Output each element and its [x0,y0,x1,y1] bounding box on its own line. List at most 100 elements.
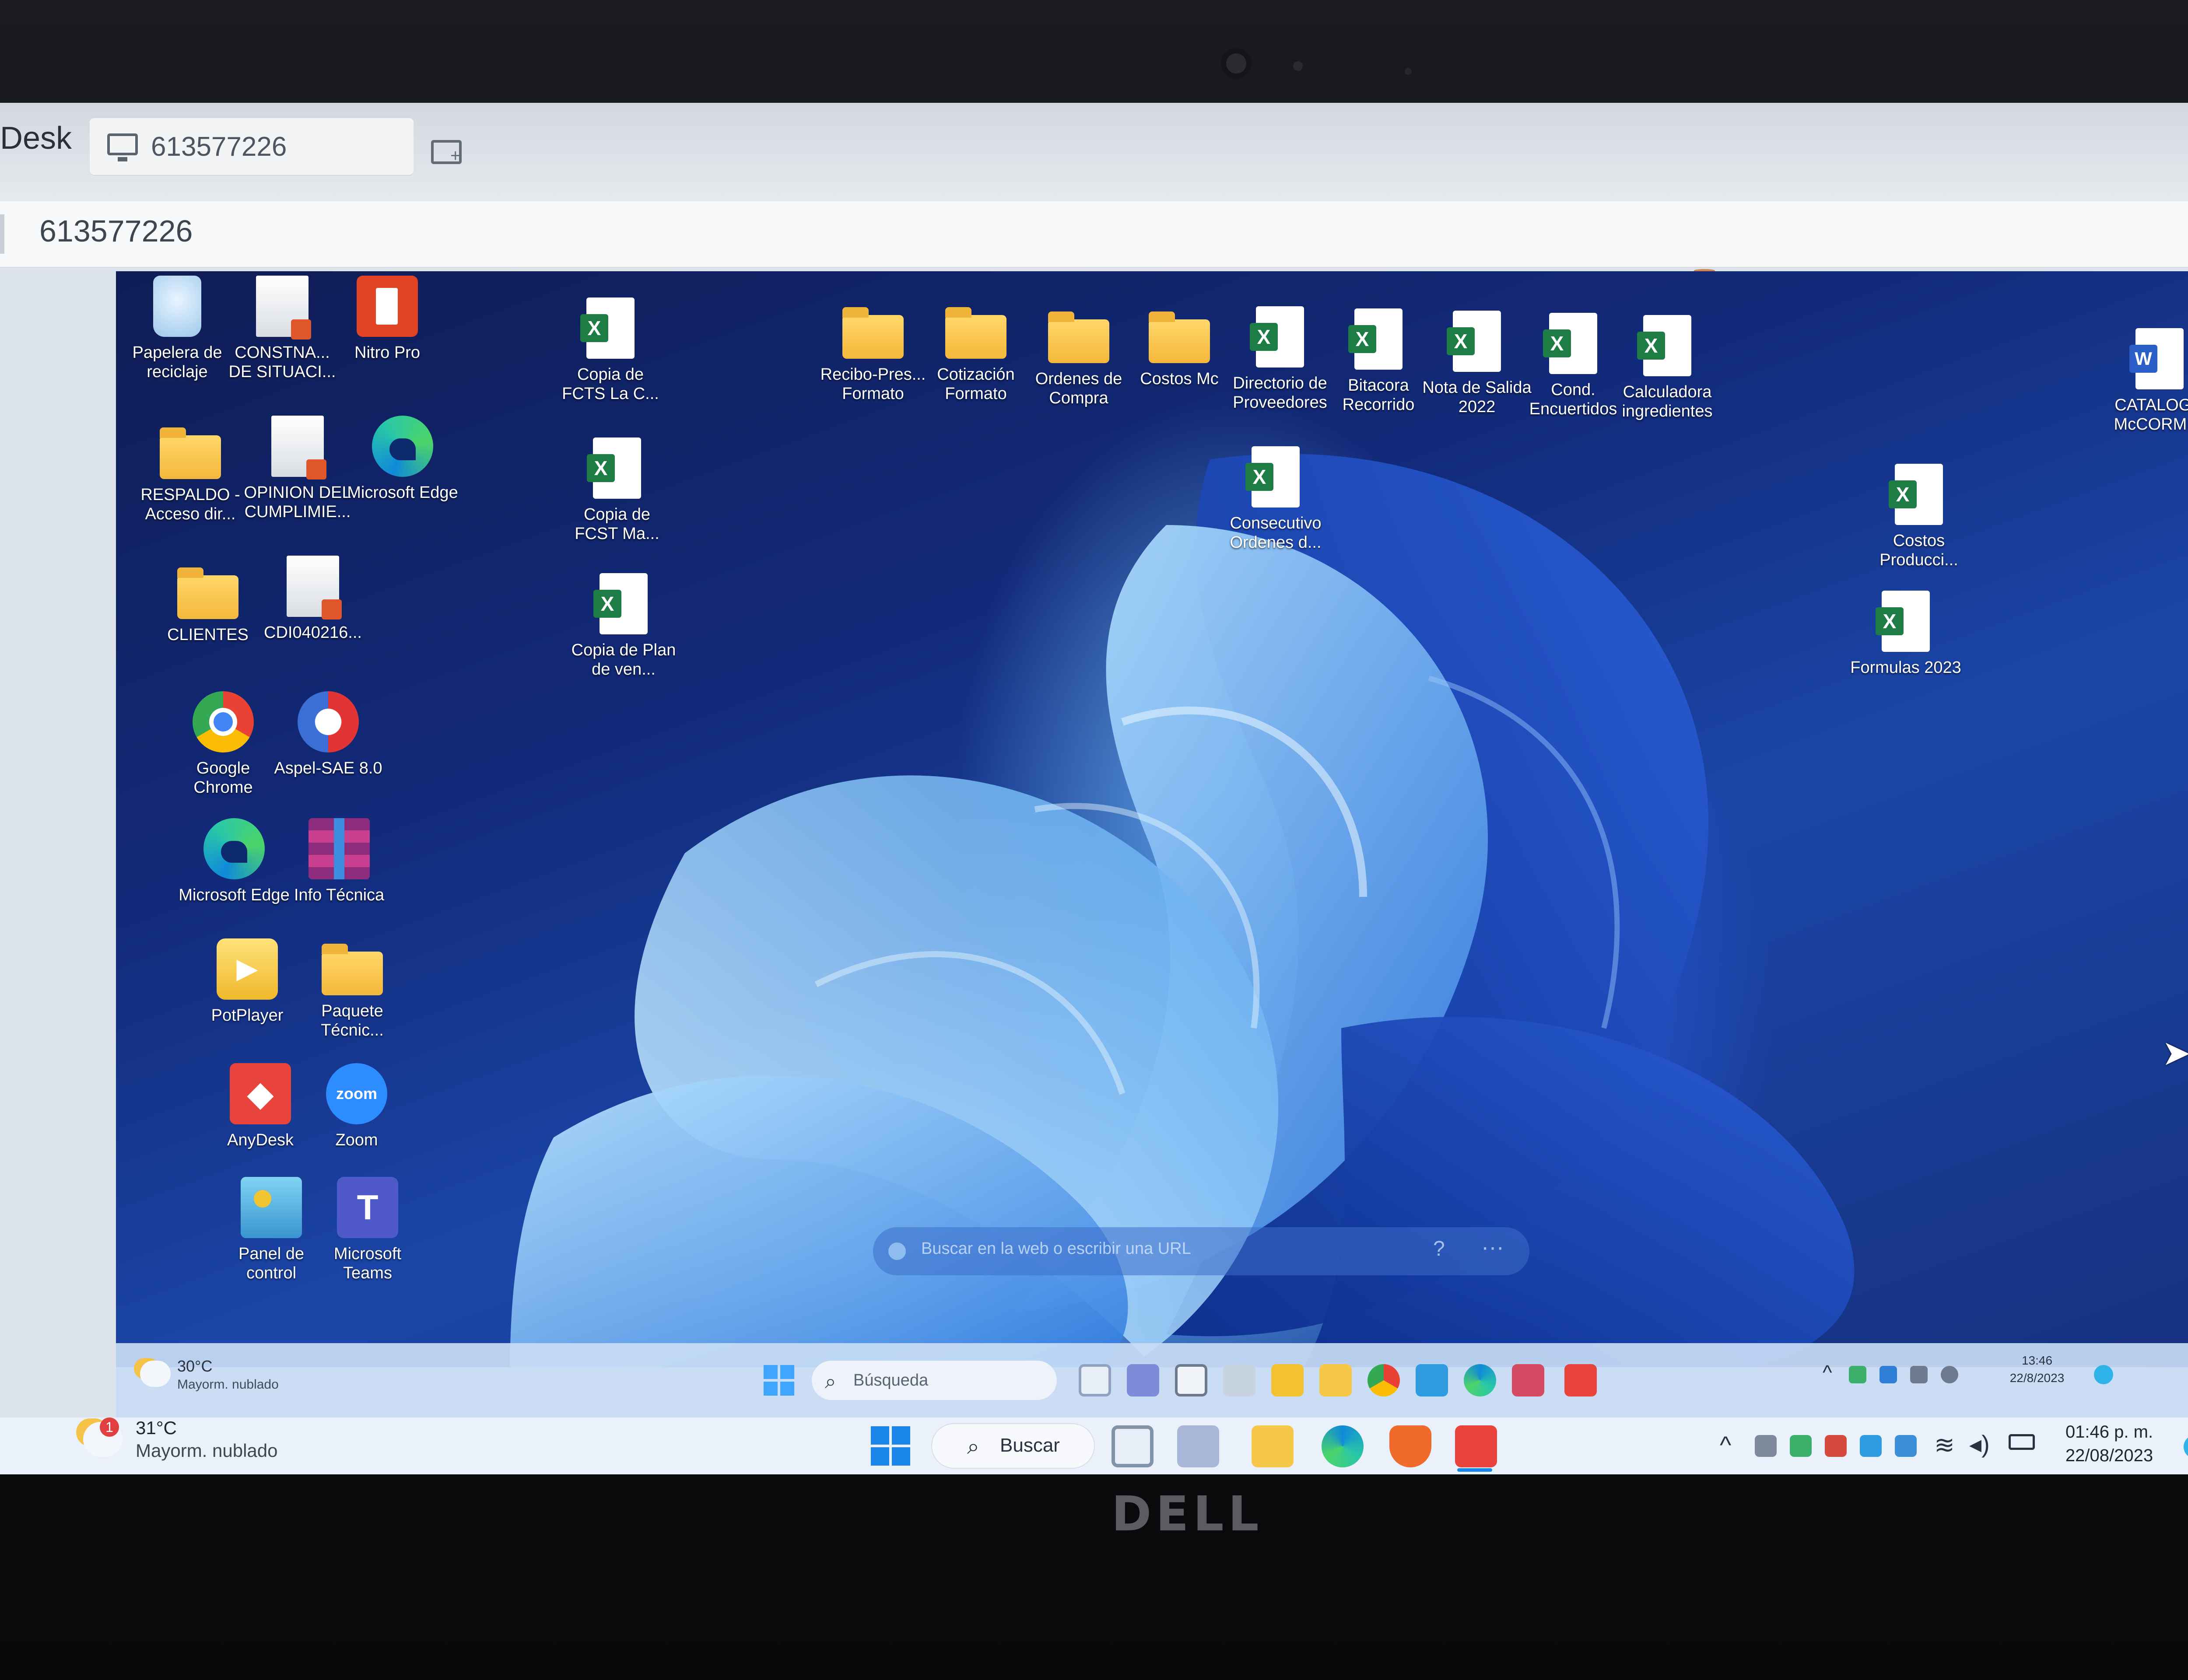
anydesk-tabbar: Desk 613577226 [0,103,2188,201]
volume-icon[interactable] [1941,1366,1958,1383]
icon-label: Zoom [335,1131,378,1149]
task-view-icon[interactable] [1112,1425,1154,1467]
desktop-icon-paquete[interactable]: Paquete Técnic... [295,938,409,1040]
desktop-icon-recibo[interactable]: Recibo-Pres... Formato [816,302,930,403]
chat-app-icon[interactable] [1127,1364,1159,1396]
tray-app-icon[interactable] [1879,1366,1897,1383]
icon-label: Calculadora ingredientes [1622,383,1713,420]
desktop-icon-bitacora[interactable]: Bitacora Recorrido [1322,308,1435,414]
desktop-icon-edge[interactable]: Microsoft Edge [346,416,459,502]
sync-icon[interactable] [1755,1435,1777,1457]
icon-label: Google Chrome [193,759,253,797]
icon-label: CONSTNA... DE SITUACI... [228,343,336,381]
desktop-icon-catalogo[interactable]: CATALOGO McCORMI... [2103,328,2188,434]
app-icon[interactable] [1512,1364,1544,1396]
chat-app-icon[interactable] [1177,1425,1219,1467]
local-clock[interactable]: 01:46 p. m. 22/08/2023 [2044,1420,2175,1467]
desktop-icon-ordenes[interactable]: Ordenes de Compra [1022,306,1136,408]
desktop-icon-cotizacion[interactable]: Cotización Formato [919,302,1033,403]
desktop-icon-edge-2[interactable]: Microsoft Edge [177,818,291,905]
teams-icon [337,1177,398,1238]
wifi-icon[interactable]: ≋ [1934,1431,1955,1460]
wallpaper-bloom [510,454,1855,1367]
volume-icon[interactable]: ◂) [1969,1430,1990,1459]
edge-taskbar-icon[interactable] [1322,1425,1364,1467]
file-explorer-icon[interactable] [1319,1364,1352,1396]
search-box[interactable]: ⌕ Buscar [932,1424,1094,1468]
more-options-icon[interactable]: ··· [1481,1234,1504,1260]
desktop-icon-chrome[interactable]: Google Chrome [166,691,280,797]
anydesk-taskbar-icon[interactable] [1455,1425,1497,1467]
store-icon[interactable] [1416,1364,1448,1396]
desktop-icon-copia-fcts[interactable]: Copia de FCTS La C... [554,298,667,403]
desktop-icon-respaldo[interactable]: RESPALDO - Acceso dir... [133,422,247,524]
remote-start-button[interactable] [764,1365,794,1396]
desktop-icon-info-tecnica[interactable]: Info Técnica [282,818,396,905]
battery-icon[interactable] [2009,1434,2035,1450]
desktop-icon-recycle-bin[interactable]: Papelera de reciclaje [120,276,234,382]
desktop-icon-formulas[interactable]: Formulas 2023 [1849,591,1963,677]
session-tab[interactable]: 613577226 [90,118,414,175]
tray-app-icon[interactable] [1825,1435,1847,1457]
document-icon [271,416,326,480]
excel-icon [1348,308,1403,370]
desktop-icon-opinion[interactable]: OPINION DEL CUMPLIMIE... [241,416,354,522]
task-view-icon[interactable] [1079,1364,1111,1396]
remote-search-box[interactable]: ⌕ Búsqueda [812,1361,1057,1400]
desktop-icon-directorio[interactable]: Directorio de Proveedores [1223,306,1337,412]
address-accent [0,214,4,254]
desktop-icon-potplayer[interactable]: PotPlayer [190,938,304,1025]
notification-icon[interactable] [2094,1365,2113,1384]
icon-label: Costos Mc [1140,370,1219,388]
desktop-icon-calculadora[interactable]: Calculadora ingredientes [1610,315,1724,421]
folder-icon [1149,312,1210,363]
notification-icon[interactable] [2184,1435,2188,1459]
new-session-icon[interactable] [431,140,462,164]
anydesk-taskbar-icon[interactable] [1564,1364,1597,1396]
tray-chevron-icon[interactable]: ^ [1823,1361,1832,1384]
desktop-icon-cdi[interactable]: CDI040216... [256,556,370,642]
desktop-icon-teams[interactable]: Microsoft Teams [311,1177,424,1283]
chrome-taskbar-icon[interactable] [1368,1364,1400,1396]
weather-icon[interactable] [140,1361,171,1387]
icon-label: CDI040216... [264,623,362,642]
widgets-icon[interactable] [1223,1364,1255,1396]
anydesk-icon [230,1063,291,1124]
desktop-icon-consecutivo[interactable]: Consecutivo Ordenes d... [1219,446,1332,552]
brave-icon[interactable] [1389,1425,1431,1467]
excel-icon [1250,306,1304,368]
desktop-icon-aspel[interactable]: Aspel-SAE 8.0 [271,691,385,778]
weather-alert-badge: 1 [100,1418,119,1437]
icon-label: Aspel-SAE 8.0 [274,759,382,777]
help-icon[interactable]: ? [1433,1237,1445,1261]
document-icon [287,556,342,620]
tray-app-icon[interactable] [1860,1435,1882,1457]
sticky-notes-icon[interactable] [1271,1364,1304,1396]
tray-chevron-icon[interactable]: ^ [1720,1431,1731,1459]
winrar-icon [309,818,370,879]
desktop-icon-costos-mc[interactable]: Costos Mc [1122,306,1236,388]
edge-taskbar-icon[interactable] [1464,1364,1496,1396]
calendar-icon[interactable] [1175,1364,1207,1396]
desktop-icon-clientes[interactable]: CLIENTES [151,562,265,644]
file-explorer-icon[interactable] [1252,1425,1294,1467]
excel-icon [580,298,635,359]
desktop-icon-zoom[interactable]: Zoom [300,1063,414,1150]
desktop-icon-nitro-pro[interactable]: Nitro Pro [330,276,444,362]
start-button[interactable] [871,1426,910,1466]
icon-label: Info Técnica [294,886,385,904]
web-search-bar[interactable]: Buscar en la web o escribir una URL ? ··… [873,1227,1529,1275]
desktop-icon-copia-plan[interactable]: Copia de Plan de ven... [567,573,680,679]
tray-app-icon[interactable] [1790,1435,1812,1457]
desktop-icon-copia-fcst[interactable]: Copia de FCST Ma... [560,438,674,543]
network-icon[interactable] [1910,1366,1928,1383]
tray-app-icon[interactable] [1849,1366,1866,1383]
desktop-icon-costos-produccion[interactable]: Costos Producci... [1862,464,1976,570]
remote-clock[interactable]: 13:46 22/8/2023 [1993,1352,2081,1387]
icon-label: Consecutivo Ordenes d... [1230,514,1322,552]
address-input[interactable]: 613577226 [39,214,193,248]
tray-app-icon[interactable] [1895,1435,1917,1457]
desktop-icon-constna[interactable]: CONSTNA... DE SITUACI... [225,276,339,382]
icon-label: Paquete Técnic... [321,1002,384,1040]
remote-date: 22/8/2023 [2009,1371,2065,1385]
